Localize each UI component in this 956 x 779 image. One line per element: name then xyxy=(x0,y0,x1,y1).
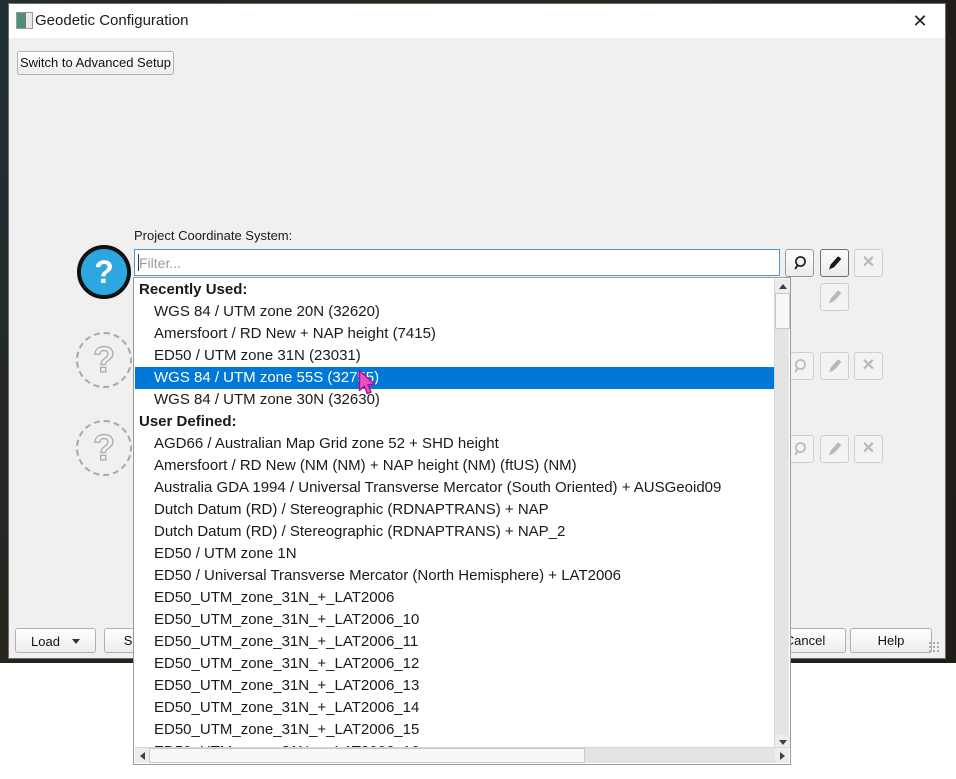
clear-button-disabled-3: ✕ xyxy=(854,435,883,463)
list-item[interactable]: ED50 / Universal Transverse Mercator (No… xyxy=(135,565,775,587)
pen-icon xyxy=(827,441,843,457)
vertical-scrollbar[interactable] xyxy=(774,279,789,749)
list-section-header: User Defined: xyxy=(135,411,775,433)
pen-icon xyxy=(827,255,843,271)
window-title: Geodetic Configuration xyxy=(35,12,188,29)
clear-icon: ✕ xyxy=(862,441,875,457)
search-icon xyxy=(792,255,808,271)
horizontal-scrollbar[interactable] xyxy=(135,747,789,763)
app-icon-left xyxy=(17,13,26,28)
crs-dropdown-list: Recently Used:WGS 84 / UTM zone 20N (326… xyxy=(133,277,791,765)
clear-icon: ✕ xyxy=(862,255,875,271)
app-icon-right xyxy=(26,13,32,28)
list-item[interactable]: WGS 84 / UTM zone 55S (32755) xyxy=(135,367,775,389)
resize-grip[interactable] xyxy=(928,641,941,654)
clear-icon: ✕ xyxy=(862,358,875,374)
list-item[interactable]: ED50_UTM_zone_31N_+_LAT2006 xyxy=(135,587,775,609)
list-item[interactable]: ED50_UTM_zone_31N_+_LAT2006_10 xyxy=(135,609,775,631)
chevron-down-icon xyxy=(72,639,80,644)
switch-to-advanced-setup-button[interactable]: Switch to Advanced Setup xyxy=(17,51,174,75)
project-coordinate-system-label: Project Coordinate System: xyxy=(134,228,292,243)
list-item[interactable]: WGS 84 / UTM zone 30N (32630) xyxy=(135,389,775,411)
vertical-scrollbar-thumb[interactable] xyxy=(775,293,790,329)
crs-list-viewport: Recently Used:WGS 84 / UTM zone 20N (326… xyxy=(135,279,775,749)
pen-icon xyxy=(827,289,843,305)
filter-input[interactable] xyxy=(134,249,780,276)
scroll-right-icon[interactable] xyxy=(775,748,789,763)
help-icon-disabled-1: ? xyxy=(76,332,132,388)
list-item[interactable]: ED50 / UTM zone 1N xyxy=(135,543,775,565)
clear-button-disabled-2: ✕ xyxy=(854,352,883,380)
list-item[interactable]: ED50_UTM_zone_31N_+_LAT2006_15 xyxy=(135,719,775,741)
list-item[interactable]: Australia GDA 1994 / Universal Transvers… xyxy=(135,477,775,499)
search-icon xyxy=(792,441,808,457)
screen: Geodetic Configuration ✕ Switch to Advan… xyxy=(0,0,956,779)
title-bar[interactable]: Geodetic Configuration ✕ xyxy=(9,4,945,38)
crs-filter-combo xyxy=(134,249,780,276)
help-icon[interactable]: ? xyxy=(77,245,131,299)
help-button[interactable]: Help xyxy=(850,628,932,653)
list-item[interactable]: ED50_UTM_zone_31N_+_LAT2006_13 xyxy=(135,675,775,697)
list-item[interactable]: Amersfoort / RD New + NAP height (7415) xyxy=(135,323,775,345)
list-section-header: Recently Used: xyxy=(135,279,775,301)
edit-button-disabled-2 xyxy=(820,352,849,380)
search-icon xyxy=(792,358,808,374)
list-item[interactable]: Amersfoort / RD New (NM (NM) + NAP heigh… xyxy=(135,455,775,477)
clear-button: ✕ xyxy=(854,249,883,277)
list-item[interactable]: ED50_UTM_zone_31N_+_LAT2006_11 xyxy=(135,631,775,653)
help-icon-disabled-2: ? xyxy=(76,420,132,476)
list-item[interactable]: Dutch Datum (RD) / Stereographic (RDNAPT… xyxy=(135,521,775,543)
edit-vertical-button-disabled xyxy=(820,283,849,311)
edit-button[interactable] xyxy=(820,249,849,277)
list-item[interactable]: Dutch Datum (RD) / Stereographic (RDNAPT… xyxy=(135,499,775,521)
search-button[interactable] xyxy=(785,249,814,277)
load-button[interactable]: Load xyxy=(15,628,96,653)
scroll-left-icon[interactable] xyxy=(135,748,149,763)
text-caret xyxy=(138,254,139,271)
horizontal-scrollbar-thumb[interactable] xyxy=(149,748,585,763)
pen-icon xyxy=(827,358,843,374)
scroll-up-icon[interactable] xyxy=(775,279,790,293)
load-button-label: Load xyxy=(31,630,60,653)
mouse-cursor xyxy=(358,369,380,402)
list-item[interactable]: ED50 / UTM zone 31N (23031) xyxy=(135,345,775,367)
list-item[interactable]: AGD66 / Australian Map Grid zone 52 + SH… xyxy=(135,433,775,455)
list-item[interactable]: WGS 84 / UTM zone 20N (32620) xyxy=(135,301,775,323)
edit-button-disabled-3 xyxy=(820,435,849,463)
app-icon xyxy=(16,12,33,29)
close-icon[interactable]: ✕ xyxy=(909,10,931,32)
list-item[interactable]: ED50_UTM_zone_31N_+_LAT2006_12 xyxy=(135,653,775,675)
list-item[interactable]: ED50_UTM_zone_31N_+_LAT2006_14 xyxy=(135,697,775,719)
